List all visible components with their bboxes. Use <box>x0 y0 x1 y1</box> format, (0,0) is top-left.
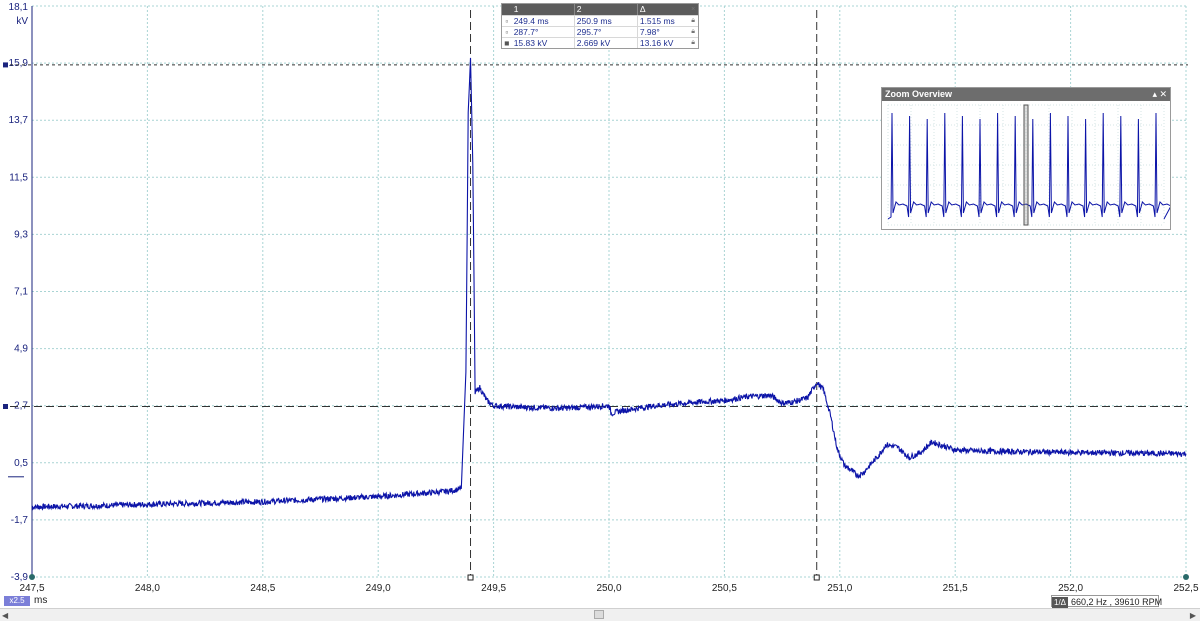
cursor-2-header: 2 <box>573 4 637 15</box>
x-tick-label: 248,0 <box>135 583 160 594</box>
x-tick-label: 252,0 <box>1058 583 1083 594</box>
trigger-marker-right <box>1183 574 1189 580</box>
cursor-row-voltage: ■ 15.83 kV 2.669 kV 13.16 kV 🔒︎ <box>502 37 698 48</box>
trigger-marker-left <box>29 574 35 580</box>
cursor-measurement-table[interactable]: 1 2 Δ × ▫ 249.4 ms 250.9 ms 1.515 ms 🔒︎ … <box>501 3 699 49</box>
y-axis-unit-label: kV <box>16 16 28 27</box>
vertical-cursor-handle <box>813 574 820 581</box>
cursor-2-time: 250.9 ms <box>573 16 637 26</box>
cursor-angle-icon: ▫ <box>505 27 509 37</box>
y-tick-label: 15,9 <box>9 58 29 69</box>
frequency-readout-text: 660,2 Hz , 39610 RPM <box>1071 597 1163 607</box>
x-axis-unit-label: ms <box>34 595 48 606</box>
zoom-overview-panel[interactable]: Zoom Overview ▴ ✕ <box>881 87 1172 230</box>
x-tick-label: 250,0 <box>596 583 621 594</box>
cursor-delta-header: Δ <box>636 4 688 15</box>
y-tick-label: 18,1 <box>9 2 29 13</box>
x-tick-label: 251,5 <box>943 583 968 594</box>
cursor-row-angle: ▫ 287.7° 295.7° 7.98° 🔒︎ <box>502 26 698 37</box>
scroll-thumb[interactable] <box>594 610 604 619</box>
horizontal-cursor-handle <box>3 62 8 68</box>
frequency-readout: 1/Δ 660,2 Hz , 39610 RPM <box>1051 595 1163 609</box>
scroll-left-arrow-icon[interactable]: ◀ <box>2 611 8 620</box>
y-tick-label: -1,7 <box>11 515 29 526</box>
x-tick-label: 249,0 <box>366 583 391 594</box>
horizontal-scrollbar[interactable]: ◀ ▶ <box>0 608 1200 621</box>
x-tick-label: 247,5 <box>19 583 44 594</box>
x-tick-label: 252,5 <box>1173 583 1198 594</box>
cursor-2-angle: 295.7° <box>573 27 637 37</box>
x-tick-label: 251,0 <box>827 583 852 594</box>
y-tick-label: 9,3 <box>14 229 28 240</box>
y-tick-label: -3,9 <box>11 572 29 583</box>
cursor-voltage-icon: ■ <box>504 38 510 48</box>
horizontal-cursor-handle <box>3 404 8 410</box>
cursor-delta-voltage: 13.16 kV <box>636 38 688 48</box>
cursor-delta-time: 1.515 ms <box>636 16 688 26</box>
zoom-overview-title: Zoom Overview <box>885 89 953 99</box>
zoom-window-indicator <box>1023 104 1029 226</box>
y-tick-label: 7,1 <box>14 287 28 298</box>
y-tick-label: 0,5 <box>14 458 28 469</box>
zoom-overview-title-bar[interactable]: Zoom Overview ▴ ✕ <box>882 88 1170 101</box>
cursor-1-header: 1 <box>513 4 519 14</box>
y-tick-label: 11,5 <box>9 172 28 183</box>
zoom-overview-trace <box>887 112 1172 220</box>
cursor-1-angle: 287.7° <box>513 27 539 37</box>
cursor-2-voltage: 2.669 kV <box>573 38 637 48</box>
lock-icon[interactable]: 🔒︎ <box>688 16 698 26</box>
y-tick-label: 4,9 <box>14 344 28 355</box>
x-tick-label: 249,5 <box>481 583 506 594</box>
x-tick-label: 248,5 <box>250 583 275 594</box>
zoom-overview-controls[interactable]: ▴ ✕ <box>1152 88 1167 101</box>
vertical-cursor-handle <box>467 574 474 581</box>
close-icon[interactable]: × <box>688 4 698 15</box>
cursor-table-header: 1 2 Δ × <box>502 4 698 15</box>
lock-icon[interactable]: 🔒︎ <box>688 38 698 48</box>
cursor-1-time: 249.4 ms <box>513 16 549 26</box>
zoom-overview-thumbnail[interactable] <box>882 101 1172 229</box>
lock-icon[interactable]: 🔒︎ <box>688 27 698 37</box>
cursor-row-time: ▫ 249.4 ms 250.9 ms 1.515 ms 🔒︎ <box>502 15 698 26</box>
cursor-delta-angle: 7.98° <box>636 27 688 37</box>
y-tick-label: 13,7 <box>9 115 29 126</box>
zoom-factor-badge[interactable]: x2.5 <box>4 596 30 606</box>
cursor-1-voltage: 15.83 kV <box>513 38 548 48</box>
scroll-right-arrow-icon[interactable]: ▶ <box>1190 611 1196 620</box>
x-tick-label: 250,5 <box>712 583 737 594</box>
cursor-time-icon: ▫ <box>505 16 509 26</box>
